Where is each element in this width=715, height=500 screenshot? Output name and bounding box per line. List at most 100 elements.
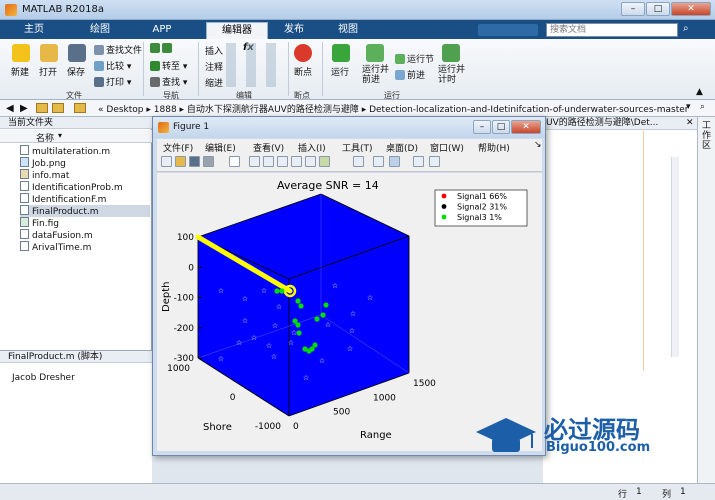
show-plot-tools-icon[interactable] — [429, 156, 440, 167]
figure-close-button[interactable]: ✕ — [511, 120, 541, 134]
file-item[interactable]: multilateration.m — [20, 145, 150, 157]
file-item[interactable]: IdentificationF.m — [20, 193, 150, 205]
tab-home[interactable]: 主页 — [0, 22, 68, 39]
run-advance-icon — [366, 44, 384, 62]
m-file-icon — [20, 145, 29, 155]
tab-view[interactable]: 视图 — [320, 22, 376, 39]
file-list-column-header[interactable]: 名称 ▾ — [0, 130, 152, 144]
browse-folder-icon[interactable] — [52, 103, 64, 113]
goto-button[interactable]: 转至 ▾ — [150, 59, 187, 72]
tab-editor[interactable]: 编辑器 — [206, 22, 268, 39]
file-item[interactable]: dataFusion.m — [20, 229, 150, 241]
maximize-button[interactable]: □ — [646, 2, 670, 16]
pan-icon[interactable] — [277, 156, 288, 167]
compare-button[interactable]: 比较 ▾ — [94, 59, 131, 72]
file-item[interactable]: Fin.fig — [20, 217, 150, 229]
row-value: 1 — [636, 487, 642, 497]
star-marker: ☆ — [332, 282, 338, 290]
search-folder-icon[interactable]: ⌕ — [700, 102, 705, 112]
pointer-icon[interactable] — [229, 156, 240, 167]
file-item-selected[interactable]: FinalProduct.m — [20, 205, 150, 217]
figure-maximize-button[interactable]: □ — [492, 120, 510, 134]
rotate-icon[interactable] — [291, 156, 302, 167]
run-section-button[interactable]: 运行节 — [395, 52, 434, 65]
y-tick-label: 0 — [230, 393, 236, 403]
run-advance-button[interactable]: 运行并 前进 — [362, 65, 389, 85]
file-item[interactable]: IdentificationProb.m — [20, 181, 150, 193]
legend-icon[interactable] — [389, 156, 400, 167]
brush-icon[interactable] — [319, 156, 330, 167]
minimize-button[interactable]: – — [621, 2, 645, 16]
z-tick-label: -100 — [174, 294, 195, 304]
signal3-point — [296, 330, 302, 336]
search-input[interactable]: 搜索文档 — [546, 23, 678, 37]
comment-button[interactable]: 注释 — [205, 60, 223, 73]
edit-tools-icons[interactable] — [226, 43, 286, 87]
print-figure-icon[interactable] — [203, 156, 214, 167]
advance-button[interactable]: 前进 — [395, 68, 425, 81]
star-marker: ☆ — [319, 357, 325, 365]
find-files-button[interactable]: 查找文件 — [94, 43, 142, 56]
open-file-icon[interactable] — [175, 156, 186, 167]
fig-file-icon — [20, 217, 29, 227]
zoom-in-icon[interactable] — [249, 156, 260, 167]
m-file-icon — [20, 193, 29, 203]
legend-marker — [441, 204, 447, 209]
breadcrumb-1888[interactable]: 1888 — [154, 105, 177, 115]
tab-publish[interactable]: 发布 — [268, 22, 320, 39]
breadcrumb-project-folder[interactable]: Detection-localization-and-Idetinifcatio… — [369, 105, 688, 115]
save-button[interactable]: 保存 — [67, 65, 85, 78]
file-item[interactable]: Job.png — [20, 157, 150, 169]
address-dropdown-icon[interactable]: ▾ — [686, 102, 691, 112]
signal3-point — [323, 302, 329, 308]
editor-scrollbar[interactable] — [671, 157, 679, 357]
star-marker: ☆ — [349, 327, 355, 335]
legend[interactable]: Signal1 66% Signal2 31%Signal3 1% — [434, 189, 528, 227]
star-marker: ☆ — [242, 295, 248, 303]
insert-button[interactable]: 插入 — [205, 44, 223, 57]
new-figure-icon[interactable] — [161, 156, 172, 167]
close-editor-icon[interactable]: ✕ — [686, 118, 694, 128]
breadcrumb-auv-folder[interactable]: 自动水下探测航行器AUV的路径检测与避障 — [187, 105, 359, 115]
tab-plots[interactable]: 绘图 — [68, 22, 132, 39]
figure-window[interactable]: Figure 1 – □ ✕ 文件(F) 编辑(E) 查看(V) 插入(I) 工… — [152, 116, 546, 456]
breadcrumb-desktop[interactable]: Desktop — [106, 105, 143, 115]
folder-up-icon[interactable] — [36, 103, 48, 113]
breakpoints-button[interactable]: 断点 — [294, 65, 312, 78]
dock-icon[interactable]: ↘ — [534, 140, 542, 150]
close-button[interactable]: ✕ — [671, 2, 711, 16]
colorbar-icon[interactable] — [373, 156, 384, 167]
search-icon[interactable]: ⌕ — [683, 23, 689, 34]
workspace-strip[interactable]: 工作区 — [697, 117, 715, 483]
title-bar: MATLAB R2018a – □ ✕ — [0, 0, 715, 20]
file-item[interactable]: info.mat — [20, 169, 150, 181]
hide-plot-tools-icon[interactable] — [413, 156, 424, 167]
new-button[interactable]: 新建 — [11, 65, 29, 78]
figure-minimize-button[interactable]: – — [473, 120, 491, 134]
run-button[interactable]: 运行 — [331, 65, 349, 78]
file-item[interactable]: ArivalTime.m — [20, 241, 150, 253]
figure-title-bar[interactable]: Figure 1 – □ ✕ — [153, 117, 545, 138]
breadcrumb-more[interactable]: « — [98, 105, 104, 115]
open-button[interactable]: 打开 — [39, 65, 57, 78]
name-column-label[interactable]: 名称 — [36, 131, 54, 144]
collapse-ribbon-icon[interactable]: ▲ — [696, 87, 703, 97]
forward-icon[interactable]: ▶ — [20, 103, 28, 114]
editor-margin-line — [643, 131, 644, 371]
breadcrumb[interactable]: « Desktop ▸ 1888 ▸ 自动水下探测航行器AUV的路径检测与避障 … — [98, 102, 689, 115]
run-time-button[interactable]: 运行并 计时 — [438, 65, 465, 85]
data-cursor-icon[interactable] — [305, 156, 316, 167]
advance-icon — [395, 70, 405, 80]
save-figure-icon[interactable] — [189, 156, 200, 167]
zoom-out-icon[interactable] — [263, 156, 274, 167]
quick-access-toolbar[interactable] — [478, 24, 538, 36]
find-button[interactable]: 查找 ▾ — [150, 75, 187, 88]
nav-arrows[interactable] — [150, 43, 174, 54]
star-marker: ☆ — [218, 355, 224, 363]
tab-apps[interactable]: APP — [132, 22, 192, 39]
link-plot-icon[interactable] — [353, 156, 364, 167]
workspace-label[interactable]: 工作区 — [702, 121, 712, 151]
print-button[interactable]: 打印 ▾ — [94, 75, 131, 88]
back-icon[interactable]: ◀ — [6, 103, 14, 114]
indent-button[interactable]: 缩进 — [205, 76, 223, 89]
